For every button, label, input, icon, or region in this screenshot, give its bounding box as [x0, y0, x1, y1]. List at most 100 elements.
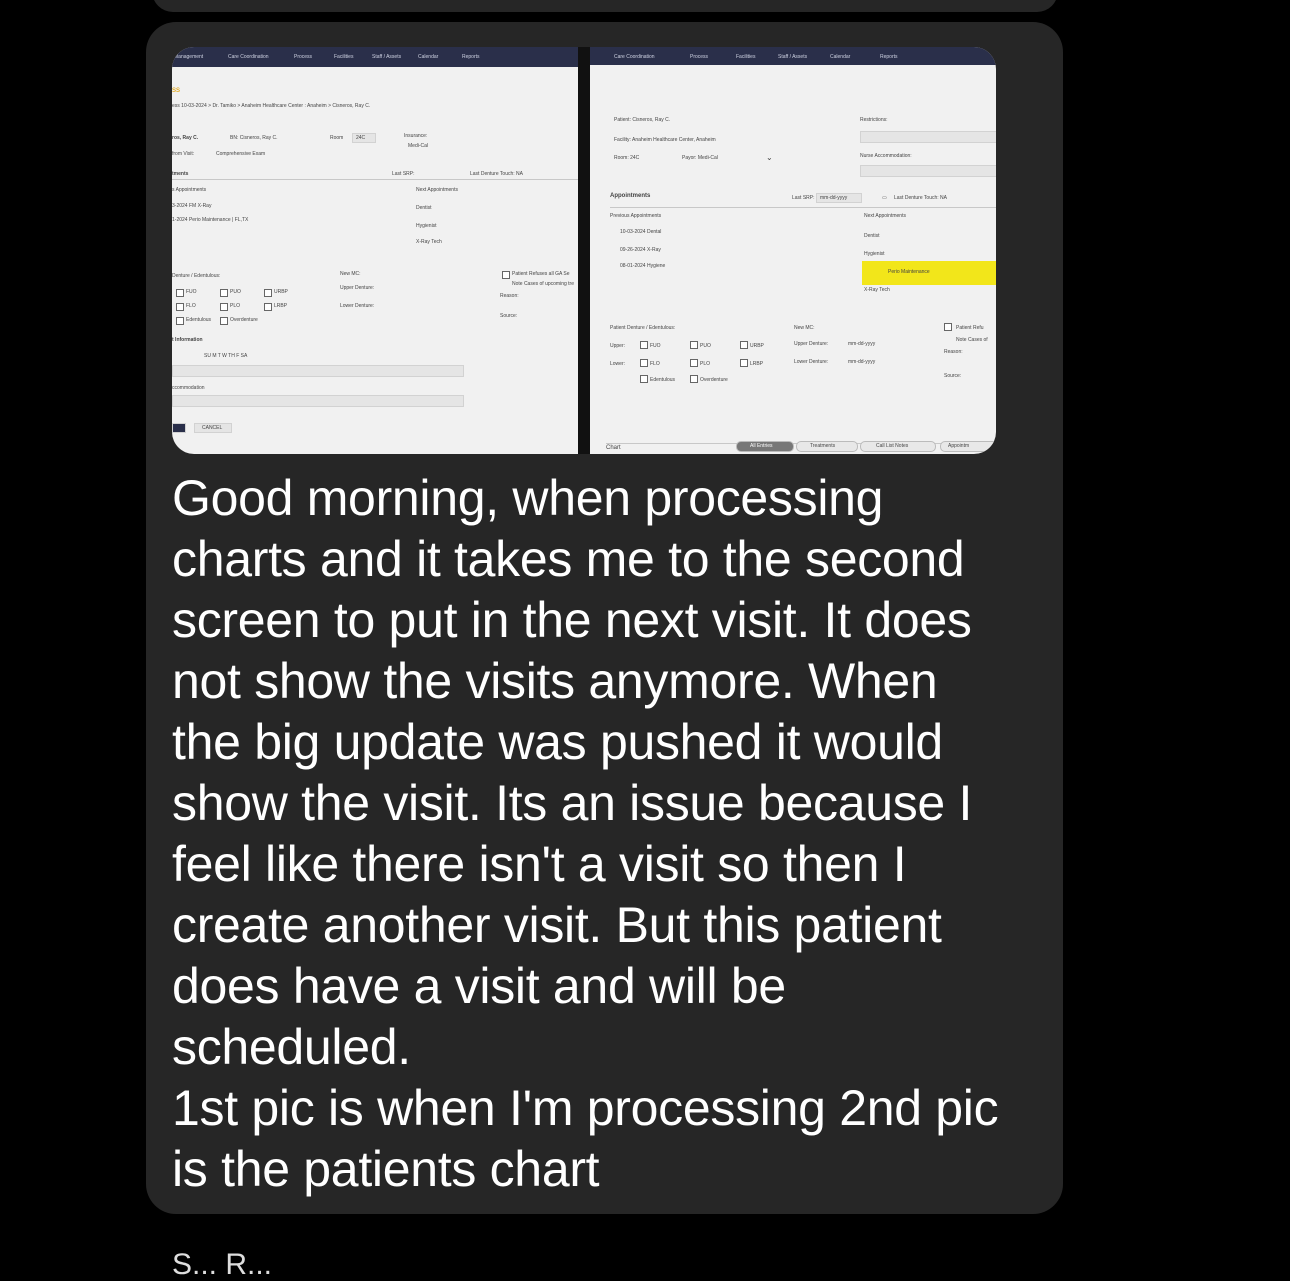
calendar-icon[interactable]: ▭ — [882, 195, 887, 201]
insurance-label: Insurance: — [404, 133, 428, 139]
app-nav-bar: Management Care Coordination Process Fac… — [172, 47, 578, 67]
accommodation-label: ccommodation — [172, 385, 205, 391]
room: Room: 24C — [614, 155, 640, 161]
checkbox-label: LRBP — [274, 303, 288, 309]
nav-item: Care Coordination — [614, 54, 655, 60]
source-label: Source: — [944, 373, 962, 379]
next-appts-heading: Next Appointments — [864, 213, 906, 219]
nav-item: Calendar — [830, 54, 851, 60]
appointments-heading: tments — [172, 171, 189, 177]
patient-name: ros, Ray C. — [172, 135, 199, 141]
nav-item: Management — [174, 54, 204, 60]
attached-screenshots[interactable]: Management Care Coordination Process Fac… — [172, 47, 996, 454]
screenshot-processing[interactable]: Management Care Coordination Process Fac… — [172, 47, 578, 454]
hygienist-label: Hygienist — [864, 251, 885, 257]
nav-item: Staff / Assets — [372, 54, 402, 60]
reason-label: Reason: — [944, 349, 963, 355]
message-line: feel like there isn't a visit so then I — [172, 836, 907, 892]
tab-label: Appointm — [948, 443, 970, 449]
checkbox[interactable] — [690, 341, 698, 349]
source-label: Source: — [500, 313, 518, 319]
checkbox-label: URBP — [274, 289, 288, 295]
chevron-down-icon[interactable]: ⌄ — [766, 153, 773, 162]
restrictions-label: Restrictions: — [860, 117, 888, 123]
nav-item: Staff / Assets — [778, 54, 808, 60]
checkbox[interactable] — [690, 359, 698, 367]
checkbox-label: FUO — [186, 289, 197, 295]
prev-appt-row: 10-03-2024 Dental — [620, 229, 662, 235]
lower-denture-label: Lower Denture: — [340, 303, 375, 309]
cancel-label: CANCEL — [202, 425, 223, 431]
patient-name: Patient: Cisneros, Ray C. — [614, 117, 671, 123]
denture-heading: Denture / Edentulous: — [172, 273, 221, 279]
prev-appt-row: 3-2024 FM X-Ray — [172, 203, 212, 209]
perio-label: Perio Maintenance — [888, 269, 930, 275]
checkbox[interactable] — [740, 341, 748, 349]
checkbox[interactable] — [264, 289, 272, 297]
checkbox[interactable] — [264, 303, 272, 311]
note-label: Note Cases of — [956, 337, 988, 343]
app-nav-bar: Care Coordination Process Facilities Sta… — [590, 47, 996, 65]
message-line: create another visit. But this patient — [172, 897, 942, 953]
next-sender-name: S... R... — [172, 1248, 273, 1281]
next-appts-heading: Next Appointments — [416, 187, 458, 193]
tab-label: Treatments — [810, 443, 836, 449]
note-label: Note Cases of upcoming tre — [512, 281, 574, 287]
day-picker[interactable]: SU M T W TH F SA — [204, 353, 247, 359]
upper-label: Upper: — [610, 343, 626, 349]
checkbox[interactable] — [176, 303, 184, 311]
checkbox-label: PLO — [700, 361, 711, 367]
date-placeholder: mm-dd-yyyy — [848, 359, 876, 365]
divider — [172, 179, 578, 180]
refuses-checkbox[interactable] — [502, 271, 510, 279]
message-line: Good morning, when processing — [172, 470, 884, 526]
date-placeholder: mm-dd-yyyy — [848, 341, 876, 347]
denture-heading: Patient Denture / Edentulous: — [610, 325, 676, 331]
message-text: Good morning, when processing charts and… — [172, 468, 1052, 1200]
message-line: scheduled. — [172, 1019, 411, 1075]
checkbox-label: Overdenture — [230, 317, 258, 323]
reason-label: Reason: — [500, 293, 519, 299]
save-button[interactable] — [172, 423, 186, 433]
restrictions-field[interactable] — [172, 365, 464, 377]
checkbox[interactable] — [690, 375, 698, 383]
checkbox-label: PUO — [700, 343, 711, 349]
tab-label: All Entries — [750, 443, 773, 449]
checkbox[interactable] — [220, 303, 228, 311]
checkbox[interactable] — [640, 375, 648, 383]
last-srp-label: Last SRP: — [392, 171, 415, 177]
new-mc-label: New MC: — [340, 271, 361, 277]
checkbox[interactable] — [176, 289, 184, 297]
new-mc-label: New MC: — [794, 325, 815, 331]
prev-appts-heading: s Appointments — [172, 187, 207, 193]
message-line: show the visit. Its an issue because I — [172, 775, 973, 831]
breadcrumb: ess 10-03-2024 > Dr. Tamiko > Anaheim He… — [172, 103, 371, 109]
checkbox[interactable] — [176, 317, 184, 325]
message-line: not show the visits anymore. When — [172, 653, 938, 709]
checkbox-label: PUO — [230, 289, 241, 295]
checkbox[interactable] — [220, 317, 228, 325]
date-placeholder: mm-dd-yyyy — [820, 195, 848, 201]
checkbox-label: FLO — [186, 303, 196, 309]
payor: Payor: Medi-Cal — [682, 155, 718, 161]
nurse-field[interactable] — [860, 165, 996, 177]
message-line: 1st pic is when I'm processing 2nd pic — [172, 1080, 999, 1136]
checkbox[interactable] — [740, 359, 748, 367]
room-label: Room — [330, 135, 344, 141]
appointments-heading: Appointments — [610, 193, 651, 199]
refuses-checkbox[interactable] — [944, 323, 952, 331]
screenshot-patient-chart[interactable]: Care Coordination Process Facilities Sta… — [590, 47, 996, 454]
prev-appt-row: 1-2024 Perio Maintenance | FL,TX — [172, 217, 249, 223]
checkbox-label: PLO — [230, 303, 241, 309]
nav-item: Process — [690, 54, 709, 60]
checkbox-label: URBP — [750, 343, 764, 349]
checkbox[interactable] — [220, 289, 228, 297]
upper-denture-label: Upper Denture: — [340, 285, 375, 291]
checkbox[interactable] — [640, 341, 648, 349]
nav-item: Reports — [462, 54, 480, 60]
checkbox-label: Edentulous — [186, 317, 212, 323]
restrictions-field[interactable] — [860, 131, 996, 143]
accommodation-field[interactable] — [172, 395, 464, 407]
checkbox[interactable] — [640, 359, 648, 367]
visit-label: from Visit: — [172, 151, 195, 157]
